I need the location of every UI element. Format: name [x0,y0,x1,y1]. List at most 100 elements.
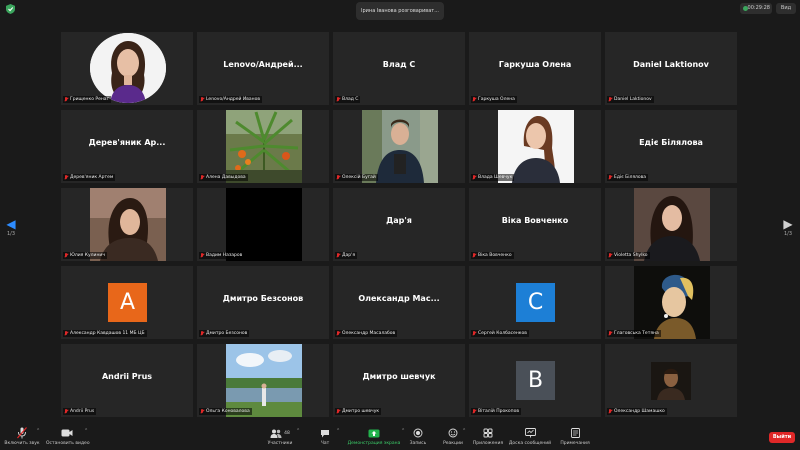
participant-display-name: Lenovo/Андрей... [223,60,303,69]
gallery-view-grid: Грищенко Ренат Lenovo/Андрей... Lenovo/А… [61,32,737,418]
participant-tile[interactable]: Lenovo/Андрей... Lenovo/Андрей Иванов [197,32,329,105]
mic-muted-icon [200,409,204,414]
record-button[interactable]: Запись [404,427,432,446]
participant-display-name: Daniel Laktionov [633,60,709,69]
stop-video-button[interactable]: Остановить видео [46,427,90,446]
participant-tile[interactable]: Вадим Назаров [197,188,329,261]
mic-muted-icon [64,97,68,102]
woman-portrait-icon [90,33,166,103]
participant-name-label: Едіє Білялова [607,174,649,181]
participant-name-label: Віталій Прокопов [471,408,522,415]
participant-tile[interactable]: Олександр Мас... Олександр Масалабов [333,266,465,339]
participant-display-name: Дмитро шевчук [362,372,436,381]
chat-button[interactable]: Чат [314,427,336,446]
apps-button[interactable]: Приложения [471,427,505,446]
share-screen-icon [368,429,380,437]
participant-tile[interactable]: Гаркуша Олена Гаркуша Олена [469,32,601,105]
participant-tile[interactable]: Влад С Влад С [333,32,465,105]
mic-muted-icon [200,253,204,258]
participant-display-name: Дерев'яник Ар... [88,138,166,147]
participant-tile[interactable]: A Александр Кавдашов 11 МБ ЦБ [61,266,193,339]
participant-tile[interactable]: Віка Вовченко Віка Вовченко [469,188,601,261]
participant-name-label: Вадим Назаров [199,252,245,259]
reactions-label: Реакции [443,441,463,446]
participant-name-label: Дерев'яник Артем [63,174,116,181]
man-portrait-icon [362,110,438,183]
participant-tile[interactable]: Влада Шевчук [469,110,601,183]
participants-label: Участники [267,441,293,446]
leave-meeting-button[interactable]: Выйти [769,432,795,443]
participant-name-label: Алена Давыдова [199,174,248,181]
reactions-options-chevron-icon[interactable]: ⌃ [462,428,466,434]
smiley-plus-icon [448,428,458,438]
people-icon [270,429,282,438]
next-page-button[interactable]: ▶ 1/3 [779,218,797,237]
previous-page-button[interactable]: ◀ 1/3 [2,218,20,237]
participant-tile[interactable]: Олексій Бугай [333,110,465,183]
record-label: Запись [409,441,427,446]
woman-portrait-icon [90,188,166,261]
video-camera-icon [61,429,73,437]
participant-tile[interactable]: Дмитро Безсонов Дмитро Безсонов [197,266,329,339]
mic-muted-icon [608,331,612,336]
participants-button[interactable]: 48 Участники [264,427,296,446]
participant-name-label: Олександр Шамашко [607,408,667,415]
apps-icon [483,428,493,438]
participant-tile[interactable]: Дмитро шевчук Дмитро шевчук [333,344,465,417]
unmute-label: Включить звук [4,441,40,446]
timer-status-icon [743,6,748,11]
participant-tile[interactable]: Едіє Білялова Едіє Білялова [605,110,737,183]
participant-display-name: Гаркуша Олена [498,60,572,69]
participant-tile[interactable]: C Сергей Колбасенков [469,266,601,339]
view-button[interactable]: Вид [776,3,796,14]
chat-options-chevron-icon[interactable]: ⌃ [336,428,340,434]
mic-muted-icon [64,409,68,414]
mic-muted-icon [336,331,340,336]
participant-name-label: Александр Кавдашов 11 МБ ЦБ [63,330,147,337]
notes-label: Примечания [560,441,590,446]
participant-name-label: Грищенко Ренат [63,96,112,103]
participant-tile[interactable]: Дар'я Дар'я [333,188,465,261]
participant-tile[interactable]: Дерев'яник Ар... Дерев'яник Артем [61,110,193,183]
participant-tile[interactable]: Грищенко Ренат [61,32,193,105]
man-portrait-icon [651,362,691,400]
mic-muted-icon [200,97,204,102]
participant-display-name: Влад С [382,60,416,69]
chevron-right-icon: ▶ [783,217,793,231]
participant-tile[interactable]: Violetta Shylko [605,188,737,261]
audio-options-chevron-icon[interactable]: ⌃ [36,428,40,434]
apps-label: Приложения [472,441,504,446]
participants-options-chevron-icon[interactable]: ⌃ [296,428,300,434]
participant-tile[interactable]: Daniel Laktionov Daniel Laktionov [605,32,737,105]
participant-name-label: Юлия Кулинич [63,252,107,259]
share-screen-button[interactable]: Демонстрация экрана [346,427,402,446]
participants-count: 48 [284,430,290,436]
participant-tile[interactable]: B Віталій Прокопов [469,344,601,417]
whiteboard-label: Доска сообщений [508,441,552,446]
share-screen-label: Демонстрация экрана [347,441,401,446]
participant-tile[interactable]: Ольга Коновалова [197,344,329,417]
chat-bubble-icon [321,429,329,437]
participant-tile[interactable]: Алена Давыдова [197,110,329,183]
participant-name-label: Дар'я [335,252,358,259]
participant-name-label: Влада Шевчук [471,174,515,181]
participant-display-name: Віка Вовченко [501,216,569,225]
participant-tile[interactable]: Олександр Шамашко [605,344,737,417]
security-shield-icon[interactable] [6,4,15,14]
participant-tile[interactable]: Глаговська Тетяна [605,266,737,339]
unmute-button[interactable]: Включить звук [4,427,40,446]
mic-muted-icon [64,253,68,258]
mic-muted-icon [608,97,612,102]
notes-button[interactable]: Примечания [557,427,593,446]
participant-name-label: Ольга Коновалова [199,408,252,415]
participant-name-label: Гаркуша Олена [471,96,517,103]
video-options-chevron-icon[interactable]: ⌃ [84,428,88,434]
whiteboard-button[interactable]: Доска сообщений [507,427,553,446]
participant-name-label: Violetta Shylko [607,252,650,259]
whiteboard-icon [524,428,536,438]
participant-tile[interactable]: Andrii Prus Andrii Prus [61,344,193,417]
page-indicator-right: 1/3 [783,231,793,237]
participant-tile[interactable]: Юлия Кулинич [61,188,193,261]
mic-muted-icon [472,175,476,180]
mic-muted-icon [200,175,204,180]
